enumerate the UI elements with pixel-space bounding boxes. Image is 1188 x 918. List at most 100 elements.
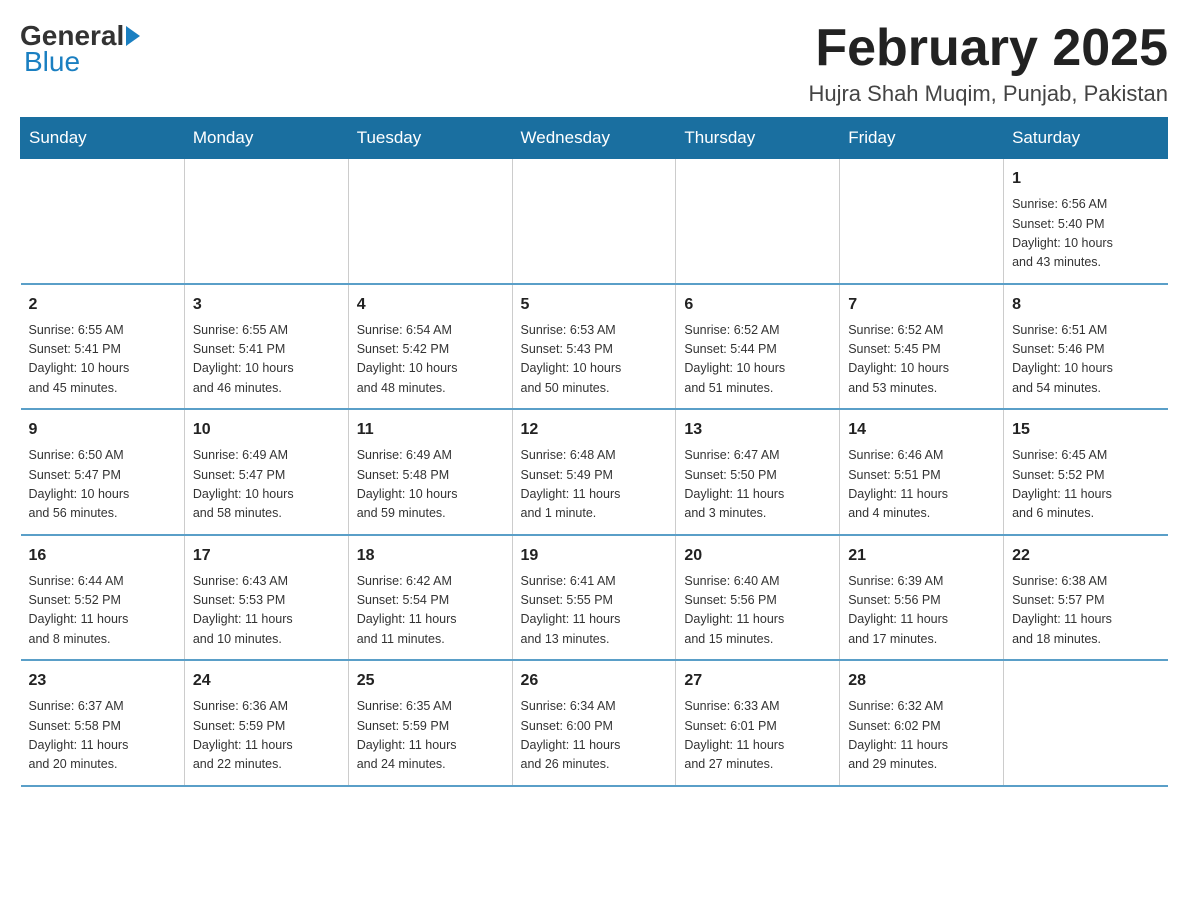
day-number: 17 xyxy=(193,544,340,568)
day-info: Sunrise: 6:48 AMSunset: 5:49 PMDaylight:… xyxy=(521,446,668,524)
calendar-cell: 25 Sunrise: 6:35 AMSunset: 5:59 PMDayligh… xyxy=(348,660,512,786)
day-number: 26 xyxy=(521,669,668,693)
day-info: Sunrise: 6:52 AMSunset: 5:45 PMDaylight:… xyxy=(848,321,995,399)
day-info: Sunrise: 6:50 AMSunset: 5:47 PMDaylight:… xyxy=(29,446,176,524)
location-subtitle: Hujra Shah Muqim, Punjab, Pakistan xyxy=(808,81,1168,107)
day-info: Sunrise: 6:42 AMSunset: 5:54 PMDaylight:… xyxy=(357,572,504,650)
day-info: Sunrise: 6:37 AMSunset: 5:58 PMDaylight:… xyxy=(29,697,176,775)
day-info: Sunrise: 6:43 AMSunset: 5:53 PMDaylight:… xyxy=(193,572,340,650)
calendar-cell: 22 Sunrise: 6:38 AMSunset: 5:57 PMDayligh… xyxy=(1004,535,1168,661)
day-number: 11 xyxy=(357,418,504,442)
calendar-cell: 7 Sunrise: 6:52 AMSunset: 5:45 PMDaylight… xyxy=(840,284,1004,410)
day-number: 12 xyxy=(521,418,668,442)
calendar-cell xyxy=(840,159,1004,284)
calendar-cell xyxy=(676,159,840,284)
day-number: 19 xyxy=(521,544,668,568)
calendar-cell: 28 Sunrise: 6:32 AMSunset: 6:02 PMDayligh… xyxy=(840,660,1004,786)
calendar-cell: 16 Sunrise: 6:44 AMSunset: 5:52 PMDayligh… xyxy=(21,535,185,661)
calendar-cell: 20 Sunrise: 6:40 AMSunset: 5:56 PMDayligh… xyxy=(676,535,840,661)
day-info: Sunrise: 6:35 AMSunset: 5:59 PMDaylight:… xyxy=(357,697,504,775)
day-info: Sunrise: 6:44 AMSunset: 5:52 PMDaylight:… xyxy=(29,572,176,650)
day-info: Sunrise: 6:46 AMSunset: 5:51 PMDaylight:… xyxy=(848,446,995,524)
day-number: 8 xyxy=(1012,293,1159,317)
page-header: General Blue February 2025 Hujra Shah Mu… xyxy=(20,20,1168,107)
day-number: 10 xyxy=(193,418,340,442)
day-info: Sunrise: 6:51 AMSunset: 5:46 PMDaylight:… xyxy=(1012,321,1159,399)
day-info: Sunrise: 6:32 AMSunset: 6:02 PMDaylight:… xyxy=(848,697,995,775)
day-number: 18 xyxy=(357,544,504,568)
logo-blue-text: Blue xyxy=(24,46,80,77)
weekday-header-friday: Friday xyxy=(840,118,1004,159)
calendar-cell xyxy=(1004,660,1168,786)
day-info: Sunrise: 6:55 AMSunset: 5:41 PMDaylight:… xyxy=(29,321,176,399)
calendar-cell xyxy=(21,159,185,284)
day-number: 21 xyxy=(848,544,995,568)
calendar-cell: 5 Sunrise: 6:53 AMSunset: 5:43 PMDaylight… xyxy=(512,284,676,410)
calendar-cell: 12 Sunrise: 6:48 AMSunset: 5:49 PMDayligh… xyxy=(512,409,676,535)
weekday-header-tuesday: Tuesday xyxy=(348,118,512,159)
day-number: 16 xyxy=(29,544,176,568)
calendar-cell: 23Sunrise: 6:37 AMSunset: 5:58 PMDayligh… xyxy=(21,660,185,786)
calendar-cell: 1Sunrise: 6:56 AMSunset: 5:40 PMDaylight… xyxy=(1004,159,1168,284)
calendar-table: SundayMondayTuesdayWednesdayThursdayFrid… xyxy=(20,117,1168,787)
day-number: 2 xyxy=(29,293,176,317)
calendar-cell: 10 Sunrise: 6:49 AMSunset: 5:47 PMDayligh… xyxy=(184,409,348,535)
calendar-cell xyxy=(512,159,676,284)
day-info: Sunrise: 6:47 AMSunset: 5:50 PMDaylight:… xyxy=(684,446,831,524)
calendar-week-row: 23Sunrise: 6:37 AMSunset: 5:58 PMDayligh… xyxy=(21,660,1168,786)
weekday-header-saturday: Saturday xyxy=(1004,118,1168,159)
day-info: Sunrise: 6:41 AMSunset: 5:55 PMDaylight:… xyxy=(521,572,668,650)
calendar-cell: 9Sunrise: 6:50 AMSunset: 5:47 PMDaylight… xyxy=(21,409,185,535)
calendar-cell: 26 Sunrise: 6:34 AMSunset: 6:00 PMDayligh… xyxy=(512,660,676,786)
day-info: Sunrise: 6:39 AMSunset: 5:56 PMDaylight:… xyxy=(848,572,995,650)
day-number: 15 xyxy=(1012,418,1159,442)
day-number: 3 xyxy=(193,293,340,317)
day-info: Sunrise: 6:49 AMSunset: 5:47 PMDaylight:… xyxy=(193,446,340,524)
day-number: 27 xyxy=(684,669,831,693)
calendar-cell: 4Sunrise: 6:54 AMSunset: 5:42 PMDaylight… xyxy=(348,284,512,410)
day-number: 20 xyxy=(684,544,831,568)
day-number: 25 xyxy=(357,669,504,693)
calendar-cell: 18 Sunrise: 6:42 AMSunset: 5:54 PMDayligh… xyxy=(348,535,512,661)
day-info: Sunrise: 6:45 AMSunset: 5:52 PMDaylight:… xyxy=(1012,446,1159,524)
calendar-cell: 21 Sunrise: 6:39 AMSunset: 5:56 PMDayligh… xyxy=(840,535,1004,661)
calendar-header-row: SundayMondayTuesdayWednesdayThursdayFrid… xyxy=(21,118,1168,159)
calendar-cell: 19 Sunrise: 6:41 AMSunset: 5:55 PMDayligh… xyxy=(512,535,676,661)
day-info: Sunrise: 6:34 AMSunset: 6:00 PMDaylight:… xyxy=(521,697,668,775)
title-area: February 2025 Hujra Shah Muqim, Punjab, … xyxy=(808,20,1168,107)
weekday-header-sunday: Sunday xyxy=(21,118,185,159)
logo: General Blue xyxy=(20,20,142,78)
calendar-cell: 13 Sunrise: 6:47 AMSunset: 5:50 PMDayligh… xyxy=(676,409,840,535)
day-number: 7 xyxy=(848,293,995,317)
day-number: 1 xyxy=(1012,167,1159,191)
calendar-cell: 14Sunrise: 6:46 AMSunset: 5:51 PMDayligh… xyxy=(840,409,1004,535)
day-info: Sunrise: 6:40 AMSunset: 5:56 PMDaylight:… xyxy=(684,572,831,650)
weekday-header-monday: Monday xyxy=(184,118,348,159)
calendar-cell: 8 Sunrise: 6:51 AMSunset: 5:46 PMDaylight… xyxy=(1004,284,1168,410)
calendar-cell: 17 Sunrise: 6:43 AMSunset: 5:53 PMDayligh… xyxy=(184,535,348,661)
weekday-header-thursday: Thursday xyxy=(676,118,840,159)
day-info: Sunrise: 6:52 AMSunset: 5:44 PMDaylight:… xyxy=(684,321,831,399)
calendar-week-row: 2 Sunrise: 6:55 AMSunset: 5:41 PMDaylight… xyxy=(21,284,1168,410)
day-info: Sunrise: 6:53 AMSunset: 5:43 PMDaylight:… xyxy=(521,321,668,399)
logo-arrow-icon xyxy=(126,26,140,46)
day-number: 6 xyxy=(684,293,831,317)
day-number: 28 xyxy=(848,669,995,693)
calendar-cell: 15 Sunrise: 6:45 AMSunset: 5:52 PMDayligh… xyxy=(1004,409,1168,535)
calendar-cell: 24Sunrise: 6:36 AMSunset: 5:59 PMDayligh… xyxy=(184,660,348,786)
calendar-cell xyxy=(184,159,348,284)
calendar-week-row: 9Sunrise: 6:50 AMSunset: 5:47 PMDaylight… xyxy=(21,409,1168,535)
weekday-header-wednesday: Wednesday xyxy=(512,118,676,159)
day-info: Sunrise: 6:33 AMSunset: 6:01 PMDaylight:… xyxy=(684,697,831,775)
day-info: Sunrise: 6:49 AMSunset: 5:48 PMDaylight:… xyxy=(357,446,504,524)
day-info: Sunrise: 6:38 AMSunset: 5:57 PMDaylight:… xyxy=(1012,572,1159,650)
day-info: Sunrise: 6:36 AMSunset: 5:59 PMDaylight:… xyxy=(193,697,340,775)
month-title: February 2025 xyxy=(808,20,1168,77)
day-number: 5 xyxy=(521,293,668,317)
calendar-cell: 3Sunrise: 6:55 AMSunset: 5:41 PMDaylight… xyxy=(184,284,348,410)
calendar-week-row: 16 Sunrise: 6:44 AMSunset: 5:52 PMDayligh… xyxy=(21,535,1168,661)
calendar-cell: 2 Sunrise: 6:55 AMSunset: 5:41 PMDaylight… xyxy=(21,284,185,410)
day-number: 13 xyxy=(684,418,831,442)
day-number: 4 xyxy=(357,293,504,317)
day-number: 22 xyxy=(1012,544,1159,568)
